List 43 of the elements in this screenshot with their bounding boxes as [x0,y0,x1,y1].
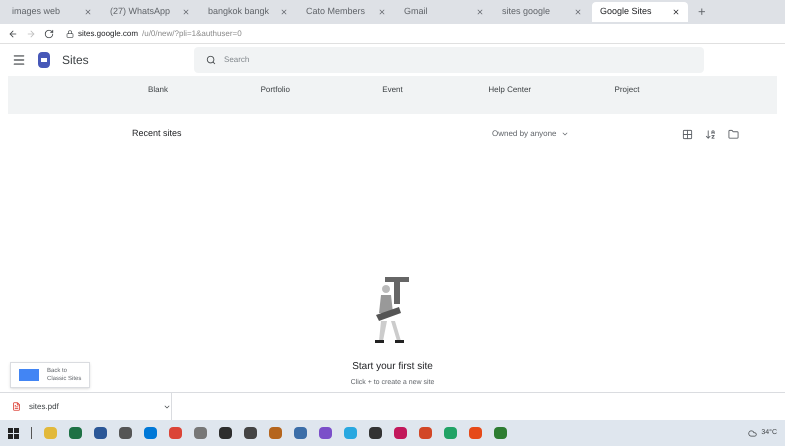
app-icon[interactable] [244,427,257,439]
folder-icon[interactable] [728,128,739,140]
browser-tab[interactable]: sites google [494,2,590,22]
browser-tab[interactable]: (27) WhatsApp [102,2,198,22]
template-label[interactable]: Portfolio [225,84,326,96]
pdf-file-icon [12,402,21,411]
url-host: sites.google.com [78,28,138,40]
browser-tab[interactable]: Cato Members [298,2,394,22]
browser-tab[interactable]: images web [4,2,100,22]
grid-view-icon[interactable] [682,128,693,140]
sites-icon [19,369,39,381]
template-label[interactable]: Project [577,84,677,96]
menu-icon[interactable] [12,53,26,67]
template-label[interactable]: Event [342,84,442,96]
reload-icon[interactable] [44,28,54,38]
app-icon[interactable] [394,427,407,439]
app-icon[interactable] [94,427,107,439]
app-title: Sites [62,52,90,69]
search-icon [206,55,216,65]
new-tab-button[interactable]: + [690,2,714,22]
start-icon[interactable] [8,428,19,438]
browser-tab[interactable]: Gmail [396,2,492,22]
app-icon[interactable] [119,427,132,439]
app-icon[interactable] [369,427,382,439]
empty-state-title: Start your first site [352,360,433,374]
browser-tab[interactable]: Google Sites [592,2,688,22]
caret-icon [560,130,568,138]
section-heading: Recent sites [132,127,183,140]
search-field[interactable]: Search [194,47,704,73]
weather-icon [748,428,758,438]
sort-icon[interactable] [705,128,716,140]
app-icon[interactable] [69,427,82,439]
sites-logo-icon [38,52,50,68]
app-icon[interactable] [219,427,232,439]
template-label[interactable]: Help Center [460,84,560,96]
template-label[interactable]: Blank [108,84,208,96]
owner-filter[interactable]: Owned by anyone [492,128,682,140]
lock-icon [66,30,74,38]
address-bar[interactable]: sites.google.com /u/0/new/?pli=1&authuser=0 [62,28,246,40]
back-icon[interactable] [8,28,18,38]
close-icon[interactable] [672,8,680,16]
browser-tab[interactable]: bangkok bangk [200,2,296,22]
url-path: /u/0/new/?pli=1&authuser=0 [142,28,242,40]
